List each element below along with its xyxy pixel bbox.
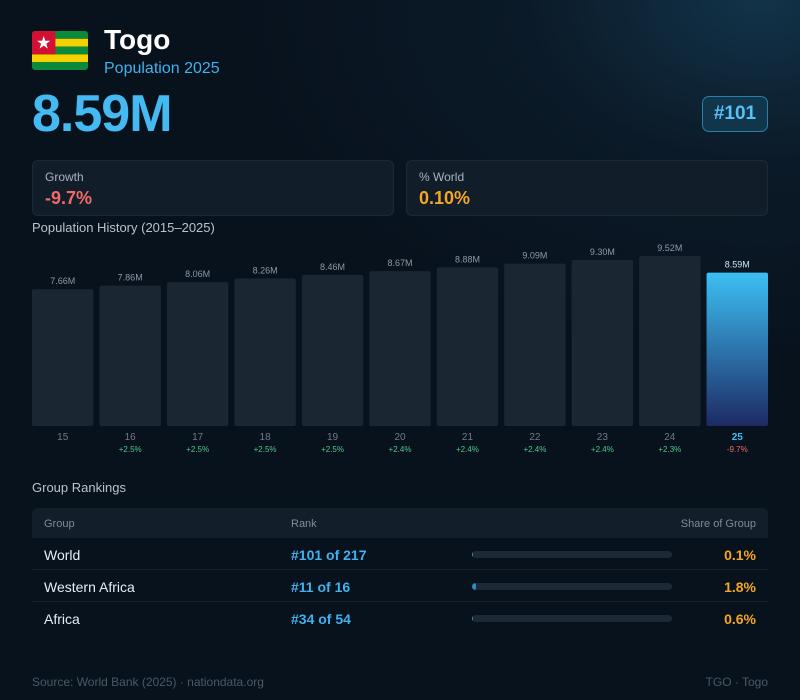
bar-value-label: 9.52M xyxy=(657,243,682,253)
growth-label: +2.3% xyxy=(658,445,681,454)
chart-title: Population History (2015–2025) xyxy=(32,220,215,235)
bar-15 xyxy=(32,289,94,426)
x-tick-label: 21 xyxy=(462,432,474,443)
bar-19 xyxy=(301,274,364,426)
bar-20 xyxy=(369,271,431,426)
growth-value: -9.7% xyxy=(45,188,93,208)
bar-value-label: 9.09M xyxy=(522,251,547,261)
row-group: Africa xyxy=(44,611,80,627)
row-group: World xyxy=(44,547,81,563)
row-share: 0.6% xyxy=(724,611,756,627)
table-body: World #101 of 217 0.1% Western Africa #11 of… xyxy=(32,538,768,634)
x-tick-label: 20 xyxy=(394,432,406,443)
x-tick-label: 17 xyxy=(192,432,204,443)
bar-24 xyxy=(639,256,701,426)
growth-label: +2.4% xyxy=(456,445,479,454)
x-tick-label: 18 xyxy=(260,432,272,443)
table-row: Western Africa #11 of 16 1.8% xyxy=(32,570,768,602)
table-header: Group Rank Share of Group xyxy=(32,508,768,538)
share-bar-track xyxy=(472,583,672,590)
growth-label: +2.5% xyxy=(254,445,277,454)
rank-badge: #101 xyxy=(702,96,768,132)
row-rank: #101 of 217 xyxy=(291,547,367,563)
share-bar-fill xyxy=(472,583,476,590)
country-code: TGO · Togo xyxy=(705,675,768,689)
x-tick-label: 16 xyxy=(125,432,137,443)
x-tick-label: 25 xyxy=(732,432,744,443)
bar-value-label: 8.88M xyxy=(455,254,480,264)
population-history-chart: 7.66M 15 7.86M 16 +2.5% 8.06M 17 +2.5% 8.26M 18 +2… xyxy=(32,243,768,454)
growth-card: Growth -9.7% xyxy=(32,160,394,216)
header-rank: Rank xyxy=(291,518,317,530)
bar-17 xyxy=(166,282,229,426)
world-share-label: % World xyxy=(419,170,465,184)
bar-value-label: 7.66M xyxy=(50,276,75,286)
row-share: 0.1% xyxy=(724,547,756,563)
row-share: 1.8% xyxy=(724,579,756,595)
x-tick-label: 22 xyxy=(529,432,541,443)
bar-value-label: 9.30M xyxy=(590,247,615,257)
row-rank: #34 of 54 xyxy=(291,611,351,627)
page-subtitle: Population 2025 xyxy=(104,60,220,77)
growth-label: +2.5% xyxy=(119,445,142,454)
bar-value-label: 8.46M xyxy=(320,262,345,272)
bar-22 xyxy=(504,263,566,426)
table-row: Africa #34 of 54 0.6% xyxy=(32,602,768,634)
bar-25 xyxy=(706,272,768,426)
growth-label: Growth xyxy=(45,170,84,184)
header-share: Share of Group xyxy=(680,518,756,530)
growth-label: -9.7% xyxy=(727,445,748,454)
table-row: World #101 of 217 0.1% xyxy=(32,538,768,570)
row-rank: #11 of 16 xyxy=(291,579,351,595)
world-share-value: 0.10% xyxy=(419,188,471,208)
bar-value-label: 8.06M xyxy=(185,269,210,279)
population-value: 8.59M xyxy=(32,85,173,143)
growth-label: +2.5% xyxy=(186,445,209,454)
bar-value-label: 8.59M xyxy=(725,260,750,270)
row-group: Western Africa xyxy=(44,579,135,595)
rankings-table: Group Rank Share of Group World #101 of 2… xyxy=(32,508,768,634)
growth-label: +2.5% xyxy=(321,445,344,454)
bar-23 xyxy=(571,259,634,426)
share-bar-fill xyxy=(472,551,473,558)
bar-value-label: 7.86M xyxy=(118,273,143,283)
source-text: Source: World Bank (2025) · nationdata.o… xyxy=(32,675,264,689)
share-bar-track xyxy=(472,615,672,622)
bar-18 xyxy=(234,278,296,426)
growth-label: +2.4% xyxy=(523,445,546,454)
x-tick-label: 24 xyxy=(664,432,676,443)
x-tick-label: 19 xyxy=(327,432,339,443)
growth-label: +2.4% xyxy=(389,445,412,454)
share-bar-fill xyxy=(472,615,474,622)
country-name: Togo xyxy=(104,24,171,55)
rankings-title: Group Rankings xyxy=(32,480,126,495)
bar-21 xyxy=(436,267,499,426)
world-share-card: % World 0.10% xyxy=(406,160,768,216)
header-group: Group xyxy=(44,518,75,530)
bar-value-label: 8.26M xyxy=(253,266,278,276)
growth-label: +2.4% xyxy=(591,445,614,454)
x-tick-label: 23 xyxy=(597,432,609,443)
togo-flag-icon xyxy=(32,31,88,70)
bar-value-label: 8.67M xyxy=(387,258,412,268)
x-tick-label: 15 xyxy=(57,432,69,443)
share-bar-track xyxy=(472,551,672,558)
bar-16 xyxy=(99,285,161,426)
